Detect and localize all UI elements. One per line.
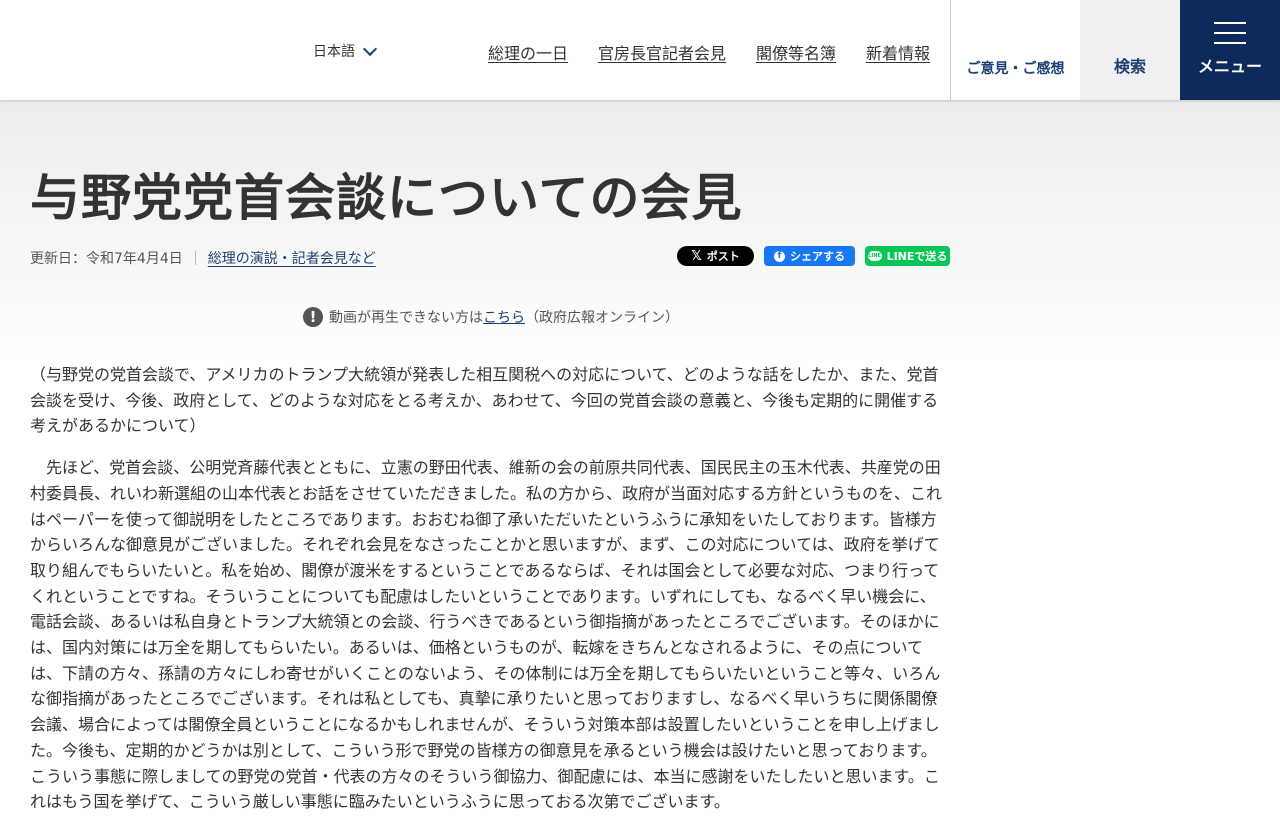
nav-link-pm-day[interactable]: 総理の一日 (488, 40, 568, 64)
meta-divider (194, 251, 196, 265)
search-button[interactable]: 検索 (1080, 0, 1180, 100)
notice-link[interactable]: こちら (483, 310, 525, 326)
search-label: 検索 (1113, 57, 1146, 76)
chevron-down-icon (362, 41, 378, 56)
x-post-label: ポスト (706, 250, 740, 263)
site-header: 日本語 総理の一日 官房長官記者会見 閣僚等名簿 新着情報 ご意見・ご感想 検索… (0, 0, 1280, 100)
nav-link-news[interactable]: 新着情報 (866, 40, 930, 64)
language-selector[interactable]: 日本語 (313, 41, 378, 61)
menu-label: メニュー (1197, 57, 1262, 76)
language-label: 日本語 (313, 44, 355, 60)
facebook-icon: f (774, 250, 785, 262)
line-share-button[interactable]: LINE LINEで送る (865, 246, 950, 266)
x-logo-icon: 𝕏 (691, 248, 702, 264)
nav-link-cabinet-list[interactable]: 閣僚等名簿 (756, 40, 836, 64)
hamburger-icon (1214, 22, 1246, 44)
page-meta: 更新日：令和7年4月4日 総理の演説・記者会見など (30, 248, 376, 268)
line-share-label: LINEで送る (886, 250, 948, 263)
line-icon: LINE (867, 251, 882, 261)
facebook-share-button[interactable]: f シェアする (764, 246, 855, 266)
article-body: （与野党の党首会談で、アメリカのトランプ大統領が発表した相互関税への対応について… (30, 362, 945, 831)
question-paragraph: （与野党の党首会談で、アメリカのトランプ大統領が発表した相互関税への対応について… (30, 365, 939, 436)
feedback-button[interactable]: ご意見・ご感想 (950, 0, 1080, 100)
page-title: 与野党党首会談についての会見 (30, 169, 743, 227)
updated-date: 更新日：令和7年4月4日 (30, 251, 183, 267)
facebook-share-label: シェアする (790, 250, 845, 263)
notice-text: 動画が再生できない方は (329, 310, 483, 326)
video-notice: ! 動画が再生できない方はこちら（政府広報オンライン） (303, 307, 679, 327)
answer-paragraph: 先ほど、党首会談、公明党斉藤代表とともに、立憲の野田代表、維新の会の前原共同代表… (30, 458, 943, 812)
menu-button[interactable]: メニュー (1180, 0, 1280, 100)
category-link[interactable]: 総理の演説・記者会見など (208, 248, 376, 268)
notice-source: （政府広報オンライン） (525, 310, 679, 326)
x-post-button[interactable]: 𝕏 ポスト (677, 246, 754, 266)
alert-icon: ! (303, 307, 323, 327)
feedback-label: ご意見・ご感想 (966, 61, 1065, 77)
nav-link-chief-cabinet-press[interactable]: 官房長官記者会見 (598, 40, 726, 64)
